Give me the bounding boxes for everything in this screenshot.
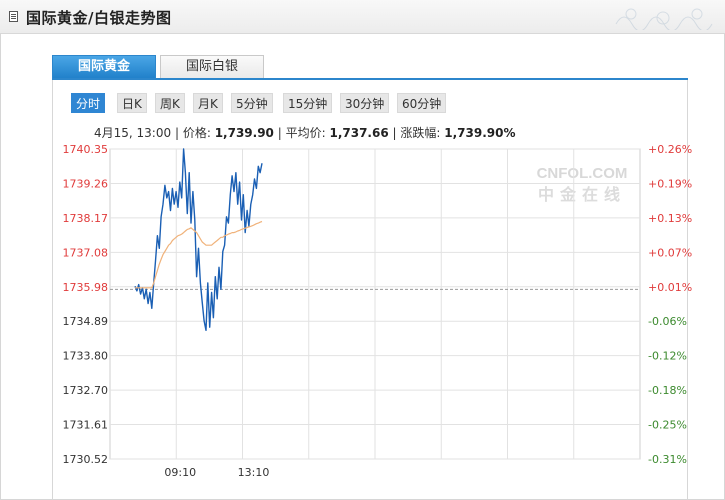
y-tick-label: 1737.08 xyxy=(63,246,109,259)
y-tick-label: 1732.70 xyxy=(63,384,109,397)
y-tick-label-right: +0.01% xyxy=(648,281,692,294)
y-tick-label-right: +0.26% xyxy=(648,143,692,156)
y-tick-label: 1740.35 xyxy=(63,143,109,156)
x-tick-label: 13:10 xyxy=(238,466,270,479)
y-tick-label: 1730.52 xyxy=(63,453,109,466)
y-tick-label: 1731.61 xyxy=(63,419,109,432)
y-tick-label-right: -0.31% xyxy=(648,453,687,466)
y-tick-label-right: +0.19% xyxy=(648,177,692,190)
watermark-top: CNFOL.COM xyxy=(537,165,628,182)
y-tick-label-right: -0.12% xyxy=(648,350,687,363)
y-tick-label-right: -0.06% xyxy=(648,315,687,328)
y-axis-left: 1740.35 1739.26 1738.17 1737.08 1735.98 1734.… xyxy=(63,143,109,466)
watermark-bottom: 中金在线 xyxy=(538,185,626,204)
y-tick-label: 1735.98 xyxy=(63,281,109,294)
y-tick-label-right: -0.25% xyxy=(648,419,687,432)
intraday-chart: CNFOL.COM 中金在线 1740.35 1739.26 1738.17 1737… xyxy=(63,143,693,479)
y-tick-label: 1733.80 xyxy=(63,350,109,363)
y-tick-label: 1734.89 xyxy=(63,315,109,328)
y-tick-label-right: +0.07% xyxy=(648,246,692,259)
watermark: CNFOL.COM 中金在线 xyxy=(537,165,628,204)
y-tick-label-right: -0.18% xyxy=(648,384,687,397)
y-tick-label-right: +0.13% xyxy=(648,212,692,225)
x-axis: 09:10 13:10 xyxy=(164,466,269,479)
y-tick-label: 1739.26 xyxy=(63,177,109,190)
y-axis-right: +0.26% +0.19% +0.13% +0.07% +0.01% -0.06% -0.1… xyxy=(648,143,692,466)
x-tick-label: 09:10 xyxy=(164,466,196,479)
y-tick-label: 1738.17 xyxy=(63,212,109,225)
